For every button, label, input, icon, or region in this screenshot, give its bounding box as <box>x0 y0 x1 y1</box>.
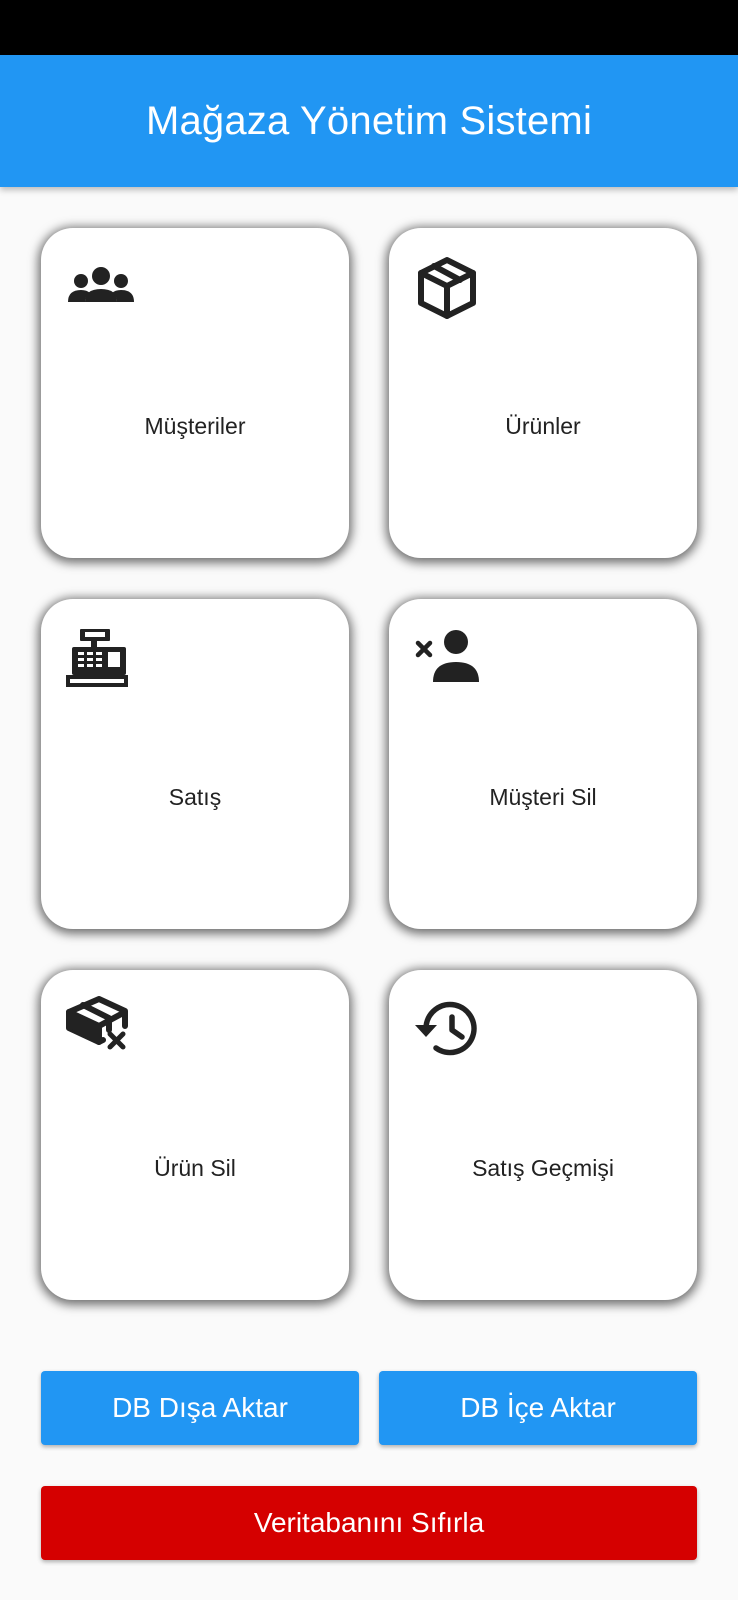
page-title: Mağaza Yönetim Sistemi <box>145 98 593 143</box>
delete-customer-card[interactable]: Müşteri Sil <box>389 599 697 929</box>
export-db-button[interactable]: DB Dışa Aktar <box>41 1371 359 1445</box>
card-label: Müşteriler <box>144 413 246 439</box>
card-label: Ürün Sil <box>154 1155 236 1181</box>
card-label: Ürünler <box>505 413 581 439</box>
reset-db-button[interactable]: Veritabanını Sıfırla <box>41 1486 697 1560</box>
sale-card[interactable]: Satış <box>41 599 349 929</box>
cash-register-icon <box>66 629 128 687</box>
history-icon <box>415 1001 477 1056</box>
products-card[interactable]: Ürünler <box>389 228 697 558</box>
app-bar: Mağaza Yönetim Sistemi <box>0 55 738 187</box>
import-db-button[interactable]: DB İçe Aktar <box>379 1371 697 1445</box>
box-icon <box>418 257 476 319</box>
customers-card[interactable]: Müşteriler <box>41 228 349 558</box>
remove-box-icon <box>66 996 128 1050</box>
people-icon <box>68 267 134 302</box>
remove-user-icon <box>415 630 479 682</box>
status-bar <box>0 0 738 55</box>
sales-history-card[interactable]: Satış Geçmişi <box>389 970 697 1300</box>
card-label: Satış <box>168 784 222 810</box>
card-label: Satış Geçmişi <box>472 1155 614 1181</box>
delete-product-card[interactable]: Ürün Sil <box>41 970 349 1300</box>
card-label: Müşteri Sil <box>489 784 597 810</box>
